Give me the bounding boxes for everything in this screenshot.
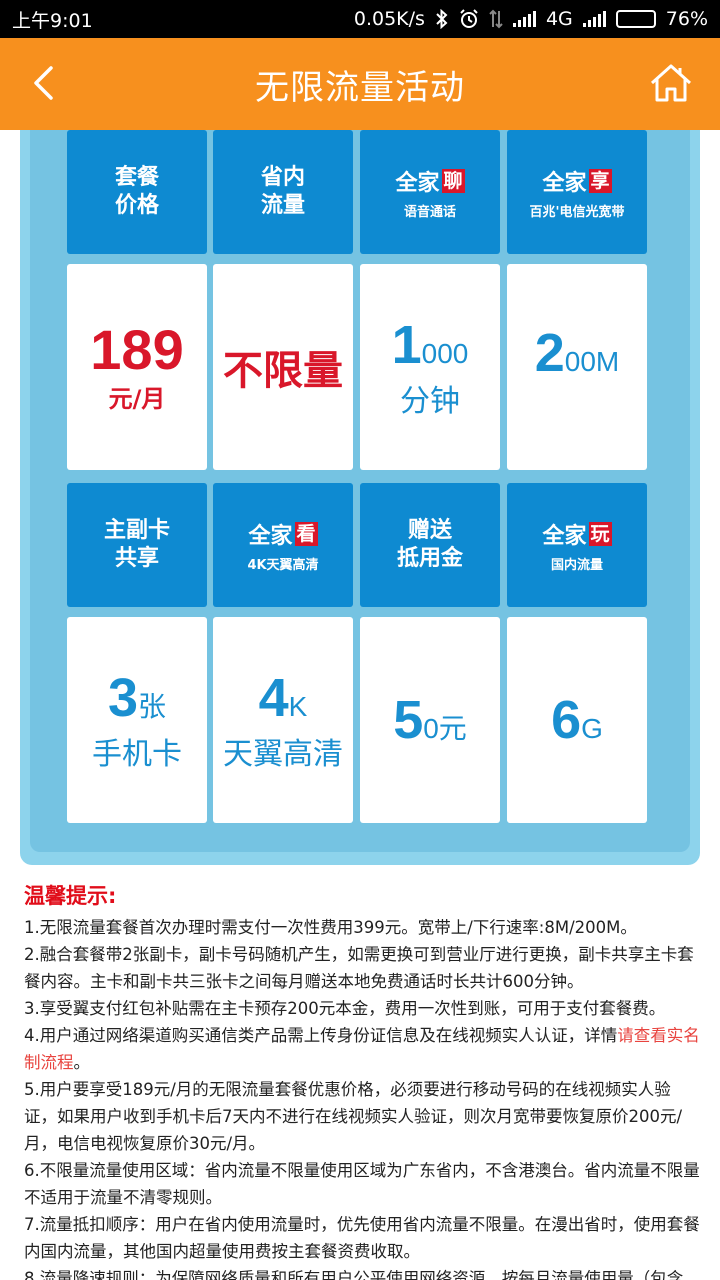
app-bar: 无限流量活动 — [0, 38, 720, 130]
promo-banner: 套餐 价格 省内 流量 全家聊 语音通话 全家享 百兆'电信光宽带 189 元/… — [20, 130, 700, 865]
tile-head-text: 套餐 — [114, 165, 159, 190]
unlimited-value: 不限量 — [223, 348, 343, 394]
bandwidth-digit: 2 — [534, 323, 565, 383]
tips-heading: 温馨提示: — [24, 884, 117, 908]
tip-item: 2.融合套餐带2张副卡，副卡号码随机产生，如需更换可到营业厅进行更换，副卡共享主… — [24, 945, 694, 991]
data-digit: 6 — [551, 690, 582, 750]
data-arrows-icon — [489, 9, 503, 29]
data-unit: G — [581, 713, 603, 744]
tv-digit: 4 — [258, 668, 289, 728]
tile-head-tag: 聊 — [441, 168, 465, 193]
tile-head-tag: 享 — [588, 168, 612, 193]
tile-head-text: 全家 — [542, 170, 587, 196]
cards-unit: 张 — [138, 691, 167, 722]
minutes-unit: 分钟 — [400, 384, 460, 419]
minutes-digit: 1 — [391, 315, 422, 375]
voucher-rest: 0元 — [423, 713, 467, 744]
tip-text: 4.用户通过网络渠道购买通信类产品需上传身份证信息及在线视频实人认证，详情 — [24, 1026, 618, 1045]
tile-value-data: 6G — [507, 617, 647, 823]
tile-head-tag: 玩 — [588, 521, 612, 546]
tile-head-subtext: 国内流量 — [550, 557, 603, 573]
tile-head-family-watch: 全家看 4K天翼高清 — [213, 483, 353, 607]
battery-icon — [615, 10, 656, 28]
cards-digit: 3 — [107, 668, 139, 728]
price-unit: 元/月 — [108, 384, 166, 413]
tile-head-text: 共享 — [114, 546, 159, 571]
promo-grid: 套餐 价格 省内 流量 全家聊 语音通话 全家享 百兆'电信光宽带 189 元/… — [30, 130, 690, 852]
tip-item: 3.享受翼支付红包补贴需在主卡预存200元本金，费用一次性到账，可用于支付套餐费… — [24, 999, 666, 1018]
tv-unit: K — [288, 691, 308, 722]
status-bar: 上午9:01 0.05K/s 4G 76% — [0, 0, 720, 38]
tile-head-gift-voucher: 赠送 抵用金 — [360, 483, 500, 607]
voucher-digit: 5 — [393, 690, 424, 750]
page-title: 无限流量活动 — [255, 67, 465, 108]
tile-head-subtext: 语音通话 — [403, 204, 456, 220]
home-icon — [650, 64, 692, 102]
tile-head-text: 流量 — [260, 193, 305, 218]
back-button[interactable] — [18, 58, 68, 108]
signal-icon — [582, 11, 606, 27]
tile-head-family-broadband: 全家享 百兆'电信光宽带 — [507, 130, 647, 254]
status-network: 4G — [545, 8, 573, 30]
status-battery: 76% — [665, 8, 708, 30]
tile-value-cards: 3张 手机卡 — [67, 617, 207, 823]
status-right-group: 0.05K/s 4G 76% — [354, 8, 708, 30]
tile-head-text: 全家 — [542, 523, 587, 549]
tile-head-family-talk: 全家聊 语音通话 — [360, 130, 500, 254]
tip-item: 7.流量抵扣顺序：用户在省内使用流量时，优先使用省内流量不限量。在漫出省时，使用… — [24, 1215, 700, 1261]
signal-icon — [512, 11, 536, 27]
minutes-rest: 000 — [421, 338, 469, 369]
tile-head-text: 价格 — [114, 193, 159, 218]
alarm-icon — [459, 9, 479, 29]
tile-head-text: 全家 — [248, 523, 293, 549]
tile-head-text: 全家 — [395, 170, 440, 196]
tile-head-text: 省内 — [260, 165, 305, 190]
tile-head-card-share: 主副卡 共享 — [67, 483, 207, 607]
tip-item: 4.用户通过网络渠道购买通信类产品需上传身份证信息及在线视频实人认证，详情请查看… — [24, 1022, 700, 1076]
tip-text: 。 — [73, 1053, 91, 1072]
tile-value-price: 189 元/月 — [67, 264, 207, 470]
cards-label: 手机卡 — [92, 737, 182, 772]
tip-item: 5.用户要享受189元/月的无限流量套餐优惠价格，必须要进行移动号码的在线视频实… — [24, 1080, 683, 1153]
tile-head-subtext: 4K天翼高清 — [247, 557, 319, 573]
tile-head-text: 主副卡 — [103, 518, 170, 543]
tv-label: 天翼高清 — [223, 737, 343, 772]
tile-head-family-play: 全家玩 国内流量 — [507, 483, 647, 607]
tip-item: 1.无限流量套餐首次办理时需支付一次性费用399元。宽带上/下行速率:8M/20… — [24, 918, 637, 937]
home-button[interactable] — [644, 56, 698, 110]
tile-value-voucher: 5 0元 — [360, 617, 500, 823]
tile-value-bandwidth: 2 00M — [507, 264, 647, 470]
tip-item: 8.流量降速规则：为保障网络质量和所有用户公平使用网络资源，按每月流量使用量（包… — [24, 1269, 684, 1280]
bluetooth-icon — [435, 9, 449, 29]
status-time: 上午9:01 — [12, 9, 93, 32]
tile-head-provincial-data: 省内 流量 — [213, 130, 353, 254]
price-value: 189 — [90, 317, 184, 381]
tile-head-text: 抵用金 — [396, 546, 463, 571]
tile-value-unlimited: 不限量 — [213, 264, 353, 470]
tile-value-4k-tv: 4K 天翼高清 — [213, 617, 353, 823]
tile-head-text: 赠送 — [407, 518, 452, 543]
tile-head-subtext: 百兆'电信光宽带 — [529, 204, 625, 220]
tile-head-plan-price: 套餐 价格 — [67, 130, 207, 254]
tips-section: 温馨提示: 1.无限流量套餐首次办理时需支付一次性费用399元。宽带上/下行速率… — [24, 880, 700, 1280]
tile-head-tag: 看 — [294, 521, 318, 546]
chevron-left-icon — [34, 66, 53, 100]
tip-item: 6.不限量流量使用区域：省内流量不限量使用区域为广东省内，不含港澳台。省内流量不… — [24, 1161, 700, 1207]
bandwidth-rest: 00M — [564, 346, 620, 377]
tile-value-minutes: 1 000 分钟 — [360, 264, 500, 470]
status-speed: 0.05K/s — [353, 8, 425, 30]
